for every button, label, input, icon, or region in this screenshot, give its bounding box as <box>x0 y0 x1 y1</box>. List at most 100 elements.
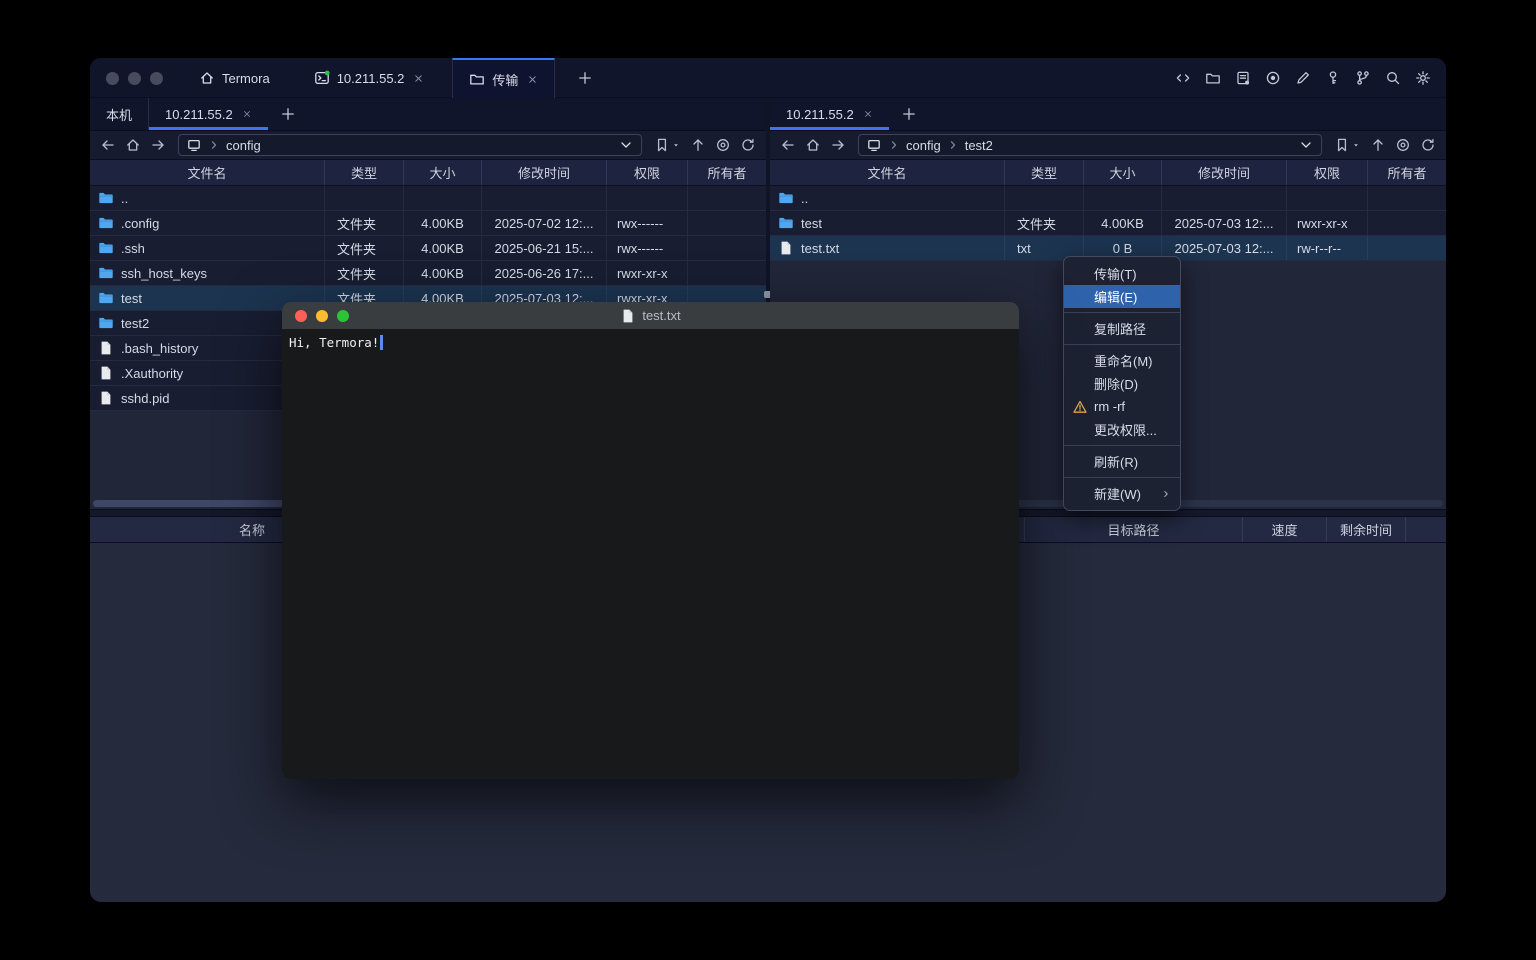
file-name-cell: .. <box>90 186 325 210</box>
chevron-down-icon[interactable] <box>1298 137 1314 153</box>
transfer-column-header[interactable]: 目标路径 <box>1025 517 1243 542</box>
forward-button[interactable] <box>150 137 166 153</box>
menu-item-rm-rf[interactable]: rm -rf <box>1064 395 1180 418</box>
caret-down-icon[interactable] <box>671 137 681 153</box>
close-icon[interactable] <box>863 109 873 119</box>
menu-item-transfer[interactable]: 传输(T) <box>1064 262 1180 285</box>
eye-button[interactable] <box>715 137 731 153</box>
folder-icon <box>98 290 114 306</box>
column-header[interactable]: 所有者 <box>688 160 766 185</box>
refresh-button[interactable] <box>740 137 756 153</box>
file-icon <box>778 240 794 256</box>
editor-content[interactable]: Hi, Termora! <box>282 329 1019 356</box>
back-button[interactable] <box>780 137 796 153</box>
home-button[interactable] <box>125 137 141 153</box>
eye-button[interactable] <box>1395 137 1411 153</box>
transfer-column-header[interactable]: 剩余时间 <box>1327 517 1406 542</box>
record-button[interactable] <box>1263 69 1282 88</box>
up-button[interactable] <box>1370 137 1386 153</box>
chevron-down-icon[interactable] <box>618 137 634 153</box>
eye-icon <box>715 137 731 153</box>
file-name: test.txt <box>801 241 839 256</box>
column-header[interactable]: 文件名 <box>90 160 325 185</box>
column-header[interactable]: 类型 <box>325 160 404 185</box>
menu-item-chmod[interactable]: 更改权限... <box>1064 418 1180 441</box>
new-tab-button[interactable] <box>567 58 603 98</box>
column-header[interactable]: 权限 <box>607 160 688 185</box>
forward-button[interactable] <box>830 137 846 153</box>
column-header[interactable]: 修改时间 <box>1162 160 1287 185</box>
window-close-button[interactable] <box>106 72 119 85</box>
folder-outline-button[interactable] <box>1203 69 1222 88</box>
column-header[interactable]: 大小 <box>404 160 482 185</box>
remote-panel-tab-0[interactable]: 10.211.55.2 <box>770 98 889 130</box>
file-owner-cell <box>688 211 766 235</box>
title-tab-host[interactable]: 10.211.55.2 <box>298 58 441 98</box>
column-header[interactable]: 大小 <box>1084 160 1162 185</box>
bookmark-button[interactable] <box>1334 137 1361 153</box>
file-row[interactable]: test文件夹4.00KB2025-07-03 12:...rwxr-xr-x <box>770 211 1446 236</box>
folder-icon <box>98 190 114 206</box>
path-segment[interactable]: config <box>226 138 261 153</box>
local-path-bar[interactable]: config <box>178 134 642 156</box>
column-header[interactable]: 所有者 <box>1368 160 1446 185</box>
editor-titlebar[interactable]: test.txt <box>282 302 1019 329</box>
file-row[interactable]: .config文件夹4.00KB2025-07-02 12:...rwx----… <box>90 211 766 236</box>
remote-path-bar[interactable]: config test2 <box>858 134 1322 156</box>
key-button[interactable] <box>1323 69 1342 88</box>
log-button[interactable] <box>1233 69 1252 88</box>
file-name-cell: ssh_host_keys <box>90 261 325 285</box>
editor-minimize-button[interactable] <box>316 310 328 322</box>
titlebar: Termora 10.211.55.2 传输 <box>90 58 1446 98</box>
column-header[interactable]: 权限 <box>1287 160 1368 185</box>
title-tab-transfer[interactable]: 传输 <box>452 58 555 98</box>
menu-item-label: 新建(W) <box>1094 484 1141 503</box>
local-panel-tab-1[interactable]: 10.211.55.2 <box>149 98 268 130</box>
remote-panel-tab-bar: 10.211.55.2 <box>770 98 1446 131</box>
editor-close-button[interactable] <box>295 310 307 322</box>
transfer-column-header[interactable]: 速度 <box>1243 517 1327 542</box>
menu-item-delete[interactable]: 删除(D) <box>1064 372 1180 395</box>
column-header[interactable]: 修改时间 <box>482 160 607 185</box>
edit-button[interactable] <box>1293 69 1312 88</box>
title-tab-termora[interactable]: Termora <box>183 58 286 98</box>
back-button[interactable] <box>100 137 116 153</box>
file-row[interactable]: .. <box>770 186 1446 211</box>
keychain-button[interactable] <box>1353 69 1372 88</box>
local-panel-tab-0[interactable]: 本机 <box>90 98 149 130</box>
editor-zoom-button[interactable] <box>337 310 349 322</box>
close-icon[interactable] <box>527 74 538 85</box>
search-button[interactable] <box>1383 69 1402 88</box>
new-session-button[interactable] <box>889 98 929 130</box>
path-segment[interactable]: test2 <box>965 138 993 153</box>
window-zoom-button[interactable] <box>150 72 163 85</box>
menu-separator <box>1064 477 1180 478</box>
settings-button[interactable] <box>1413 69 1432 88</box>
close-icon[interactable] <box>242 109 252 119</box>
menu-item-new[interactable]: 新建(W) <box>1064 482 1180 505</box>
menu-item-edit[interactable]: 编辑(E) <box>1064 285 1180 308</box>
home-button[interactable] <box>805 137 821 153</box>
path-segment[interactable]: config <box>906 138 941 153</box>
file-row[interactable]: .. <box>90 186 766 211</box>
settings-icon <box>1415 70 1431 86</box>
menu-item-copy-path[interactable]: 复制路径 <box>1064 317 1180 340</box>
caret-down-icon[interactable] <box>1351 137 1361 153</box>
column-header[interactable]: 文件名 <box>770 160 1005 185</box>
file-row[interactable]: ssh_host_keys文件夹4.00KB2025-06-26 17:...r… <box>90 261 766 286</box>
close-icon[interactable] <box>413 73 424 84</box>
file-modified-cell: 2025-06-21 15:... <box>482 236 607 260</box>
up-button[interactable] <box>690 137 706 153</box>
menu-item-label: 更改权限... <box>1094 420 1157 439</box>
menu-item-refresh[interactable]: 刷新(R) <box>1064 450 1180 473</box>
column-header[interactable]: 类型 <box>1005 160 1084 185</box>
window-minimize-button[interactable] <box>128 72 141 85</box>
refresh-icon <box>740 137 756 153</box>
file-row[interactable]: .ssh文件夹4.00KB2025-06-21 15:...rwx------ <box>90 236 766 261</box>
menu-item-rename[interactable]: 重命名(M) <box>1064 349 1180 372</box>
bookmark-button[interactable] <box>654 137 681 153</box>
plus-icon <box>577 70 593 86</box>
code-button[interactable] <box>1173 69 1192 88</box>
new-session-button[interactable] <box>268 98 308 130</box>
refresh-button[interactable] <box>1420 137 1436 153</box>
